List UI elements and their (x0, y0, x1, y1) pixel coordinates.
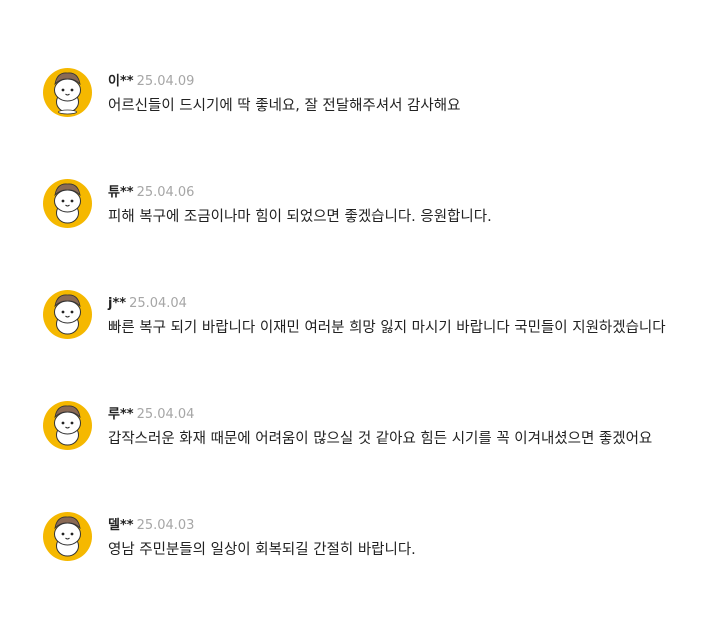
comment-date: 25.04.06 (136, 185, 195, 200)
comment-text: 영남 주민분들의 일상이 회복되길 간절히 바랍니다. (108, 542, 416, 558)
comment-meta: 델** 25.04.03 (108, 516, 195, 533)
comment-list: 이** 25.04.09 어르신들이 드시기에 딱 좋네요, 잘 전달해주셔서 감… (0, 0, 724, 633)
comment-text: 갑작스러운 화재 때문에 어려움이 많으실 것 같아요 힘든 시기를 꼭 이겨내… (108, 431, 653, 447)
comment-date: 25.04.09 (136, 74, 195, 89)
comment-item: 튜** 25.04.06 피해 복구에 조금이나마 힘이 되었으면 좋겠습니다. … (43, 179, 713, 239)
comment-author: 델** (108, 518, 134, 533)
comment-author: 튜** (108, 185, 134, 200)
character-avatar-icon (43, 179, 92, 228)
comment-item: 이** 25.04.09 어르신들이 드시기에 딱 좋네요, 잘 전달해주셔서 감… (43, 68, 713, 128)
comment-date: 25.04.04 (129, 296, 187, 311)
comment-text: 빠른 복구 되기 바랍니다 이재민 여러분 희망 잃지 마시기 바랍니다 국민들… (108, 320, 666, 336)
comment-date: 25.04.03 (136, 518, 195, 533)
comment-text: 어르신들이 드시기에 딱 좋네요, 잘 전달해주셔서 감사해요 (108, 98, 461, 114)
character-avatar-icon (43, 512, 92, 561)
comment-author: 루** (108, 407, 134, 422)
character-avatar-icon (43, 68, 92, 117)
comment-item: 루** 25.04.04 갑작스러운 화재 때문에 어려움이 많으실 것 같아요 … (43, 401, 713, 461)
comment-meta: 이** 25.04.09 (108, 72, 195, 89)
comment-date: 25.04.04 (136, 407, 195, 422)
comment-meta: j** 25.04.04 (108, 294, 187, 311)
character-avatar-icon (43, 290, 92, 339)
comment-item: 델** 25.04.03 영남 주민분들의 일상이 회복되길 간절히 바랍니다. (43, 512, 713, 572)
comment-author: j** (108, 296, 127, 311)
comment-text: 피해 복구에 조금이나마 힘이 되었으면 좋겠습니다. 응원합니다. (108, 209, 492, 225)
comment-item: j** 25.04.04 빠른 복구 되기 바랍니다 이재민 여러분 희망 잃지 … (43, 290, 713, 350)
comment-meta: 튜** 25.04.06 (108, 183, 195, 200)
comment-meta: 루** 25.04.04 (108, 405, 195, 422)
comment-author: 이** (108, 74, 134, 89)
character-avatar-icon (43, 401, 92, 450)
